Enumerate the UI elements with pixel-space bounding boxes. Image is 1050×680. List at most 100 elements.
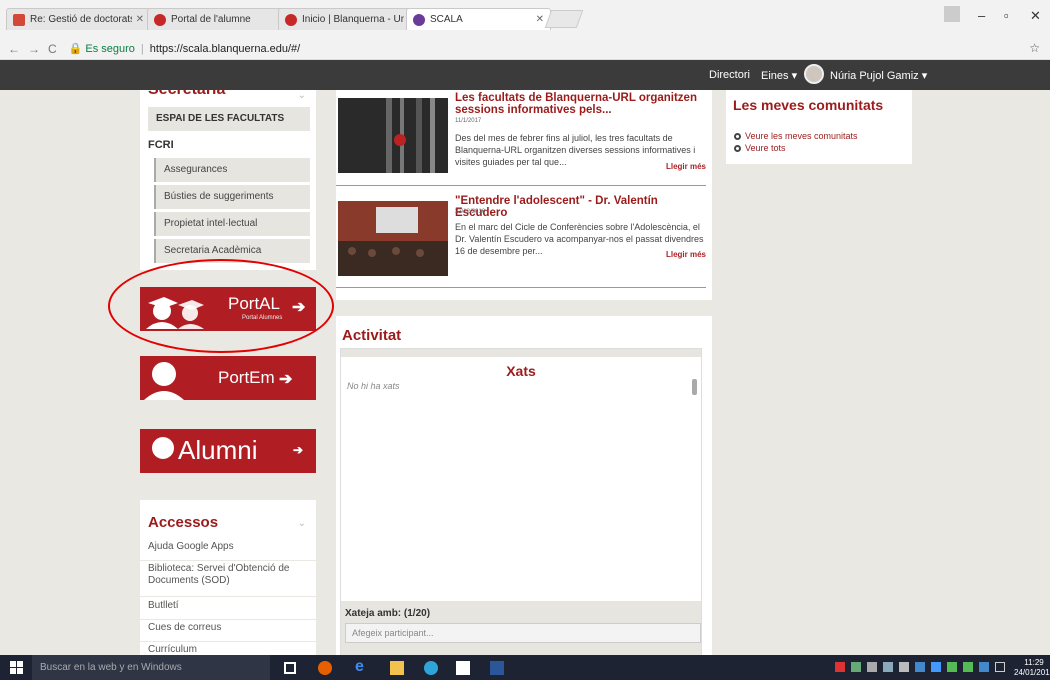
news-title[interactable]: "Entendre l'adolescent" - Dr. Valentín E… — [455, 195, 705, 219]
activitat-panel: Activitat Xats No hi ha xats Xateja amb:… — [336, 316, 712, 661]
link-assegurances[interactable]: Assegurances — [154, 158, 310, 182]
chrome-icon[interactable] — [424, 661, 438, 675]
browser-tabstrip: Re: Gestió de doctorats p ✕ Portal de l'… — [0, 0, 1050, 38]
access-link[interactable]: Butlletí — [140, 600, 316, 620]
comunitats-link[interactable]: Veure les meves comunitats — [734, 131, 858, 141]
close-icon[interactable]: ✕ — [136, 14, 144, 25]
windows-start-icon[interactable] — [10, 661, 23, 674]
windows-taskbar: Buscar en la web y en Windows e 11:29 24… — [0, 655, 1050, 680]
blanquerna-icon — [154, 13, 166, 26]
chevron-down-icon[interactable]: ⌄ — [298, 518, 306, 529]
read-more-link[interactable]: Llegir més — [666, 250, 706, 259]
tab-scala[interactable]: SCALA ✕ — [406, 8, 551, 30]
tray-icon[interactable] — [899, 662, 909, 672]
tab-label: Re: Gestió de doctorats p — [30, 14, 132, 25]
url-divider: | — [140, 42, 144, 55]
close-icon[interactable]: ✕ — [536, 14, 544, 25]
eines-menu[interactable]: Eines ▾ — [761, 69, 797, 82]
browser-user-icon[interactable] — [944, 6, 960, 22]
back-icon[interactable]: ← — [8, 42, 20, 56]
accessos-panel: Accessos ⌄ Ajuda Google Apps Biblioteca:… — [140, 500, 316, 660]
store-icon[interactable] — [456, 661, 470, 675]
reload-icon[interactable]: C — [48, 42, 57, 56]
directori-link[interactable]: Directori — [709, 69, 750, 81]
tray-icon[interactable] — [947, 662, 957, 672]
secretaria-title: Secretaria — [148, 90, 225, 99]
alumni-label: Alumni — [178, 435, 258, 465]
user-menu[interactable]: Núria Pujol Gamiz ▾ — [830, 69, 927, 82]
address-bar: ← → C 🔒 Es seguro | https://scala.blanqu… — [0, 38, 1050, 60]
veure-tots-label: Veure tots — [745, 143, 786, 153]
network-icon[interactable] — [979, 662, 989, 672]
tab-portal-alumne[interactable]: Portal de l'alumne ✕ — [147, 8, 292, 30]
news-panel: Les facultats de Blanquerna-URL organitz… — [336, 90, 712, 300]
taskbar-search-input[interactable]: Buscar en la web y en Windows — [32, 655, 270, 680]
bookmark-star-icon[interactable]: ☆ — [1029, 41, 1040, 55]
comunitats-link-label: Veure les meves comunitats — [745, 131, 858, 141]
forward-icon[interactable]: → — [28, 42, 40, 56]
volume-icon[interactable] — [995, 662, 1005, 672]
read-more-link[interactable]: Llegir més — [666, 162, 706, 171]
comunitats-title: Les meves comunitats — [733, 97, 884, 113]
highlight-circle — [108, 259, 334, 353]
accessos-title: Accessos — [148, 514, 219, 531]
tab-label: Inicio | Blanquerna - Univ — [302, 14, 404, 25]
task-view-icon[interactable] — [284, 662, 296, 674]
secure-lock-icon: 🔒 — [68, 43, 83, 55]
taskbar-clock[interactable]: 11:29 24/01/2017 — [1014, 658, 1050, 678]
site-topbar: Directori Eines ▾ Núria Pujol Gamiz ▾ — [0, 60, 1050, 90]
chat-footer: Xateja amb: (1/20) Afegeix participant..… — [341, 601, 701, 661]
tray-icon[interactable] — [867, 662, 877, 672]
bluetooth-icon[interactable] — [915, 662, 925, 672]
link-busties[interactable]: Bústies de suggeriments — [154, 185, 310, 209]
bullet-icon — [734, 133, 741, 140]
participant-input[interactable]: Afegeix participant... — [345, 623, 701, 643]
chat-empty-text: No hi ha xats — [347, 381, 400, 391]
scrollbar[interactable] — [692, 379, 697, 395]
arrow-right-icon: ➔ — [293, 443, 304, 457]
news-photo-1[interactable] — [338, 98, 448, 173]
maximize-icon[interactable]: ▫ — [1004, 8, 1009, 23]
alumni-button[interactable]: Alumni ➔ — [140, 429, 316, 473]
avatar[interactable] — [804, 64, 824, 84]
news-photo-2[interactable] — [338, 201, 448, 276]
edge-icon[interactable]: e — [355, 658, 369, 675]
tray-icon[interactable] — [931, 662, 941, 672]
divider — [336, 287, 706, 288]
news-date: 11/1/2017 — [455, 118, 482, 124]
comunitats-panel: Les meves comunitats Veure les meves com… — [726, 90, 912, 164]
access-link[interactable]: Cues de correus — [140, 622, 316, 642]
new-tab-button[interactable] — [544, 10, 584, 28]
person-icon — [144, 362, 184, 400]
scala-icon — [413, 13, 425, 26]
secure-label: Es seguro — [85, 42, 135, 55]
chat-with-label: Xateja amb: (1/20) — [345, 608, 431, 619]
minimize-icon[interactable]: – — [978, 8, 985, 23]
activitat-title: Activitat — [342, 327, 402, 344]
acrobat-icon[interactable] — [835, 662, 845, 672]
access-link[interactable]: Ajuda Google Apps — [140, 541, 316, 561]
blanquerna-b-icon — [152, 437, 174, 459]
firefox-icon[interactable] — [318, 661, 332, 675]
secretaria-panel: Secretaria ⌄ ESPAI DE LES FACULTATS FCRI… — [140, 90, 316, 270]
tray-icon[interactable] — [851, 662, 861, 672]
tab-gmail[interactable]: Re: Gestió de doctorats p ✕ — [6, 8, 151, 30]
url-input[interactable]: https://scala.blanquerna.edu/#/ — [150, 43, 300, 55]
close-window-icon[interactable]: ✕ — [1030, 8, 1041, 24]
chat-widget: Xats No hi ha xats Xateja amb: (1/20) Af… — [340, 348, 702, 661]
espai-facultats-link[interactable]: ESPAI DE LES FACULTATS — [148, 107, 310, 131]
chat-header-bar — [341, 349, 701, 357]
access-link[interactable]: Biblioteca: Servei d'Obtenció de Documen… — [140, 563, 316, 597]
chevron-down-icon[interactable]: ⌄ — [298, 90, 306, 101]
tray-icon[interactable] — [963, 662, 973, 672]
news-title[interactable]: Les facultats de Blanquerna-URL organitz… — [455, 92, 705, 116]
news-date: 23/12/2016 — [455, 209, 486, 215]
tab-inicio-blanquerna[interactable]: Inicio | Blanquerna - Univ ✕ — [278, 8, 423, 30]
veure-tots-link[interactable]: Veure tots — [734, 143, 786, 153]
word-icon[interactable] — [490, 661, 504, 675]
link-propietat[interactable]: Propietat intel·lectual — [154, 212, 310, 236]
file-explorer-icon[interactable] — [390, 661, 404, 675]
portem-button[interactable]: PortEm ➔ — [140, 356, 316, 400]
fcri-heading: FCRI — [148, 139, 174, 151]
tray-icon[interactable] — [883, 662, 893, 672]
